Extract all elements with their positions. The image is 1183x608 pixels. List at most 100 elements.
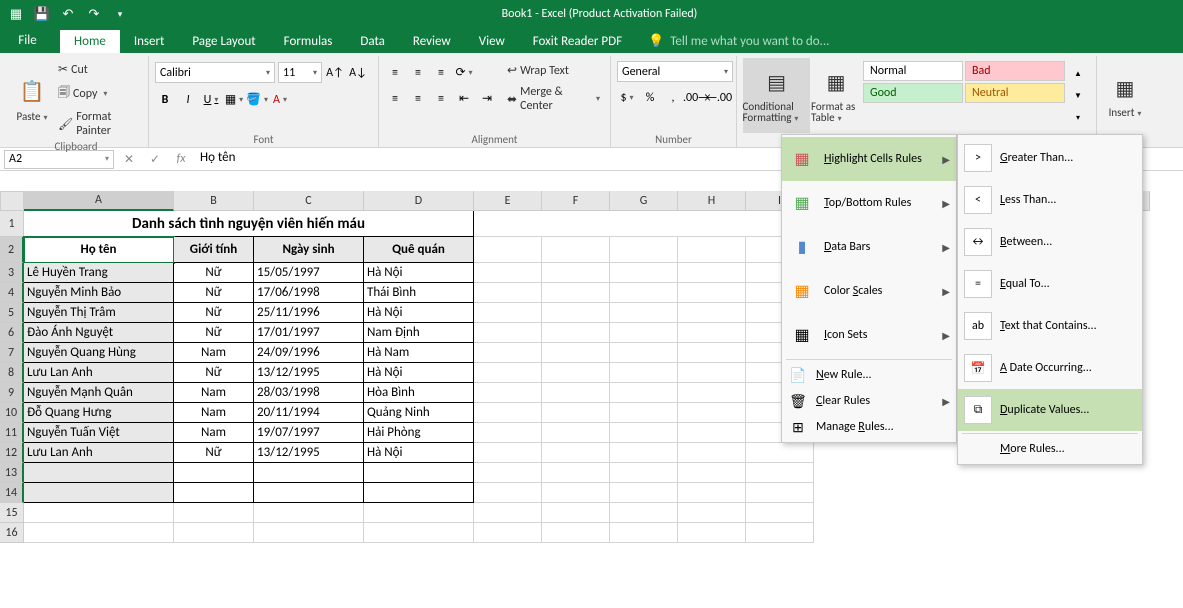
cell[interactable]: Lưu Lan Anh bbox=[24, 363, 174, 383]
cell[interactable] bbox=[610, 443, 678, 463]
cell[interactable]: Ngày sinh bbox=[254, 237, 364, 263]
cell[interactable] bbox=[542, 443, 610, 463]
comma-button[interactable]: , bbox=[663, 88, 683, 108]
bold-button[interactable]: B bbox=[155, 90, 175, 110]
cell[interactable] bbox=[24, 503, 174, 523]
cell[interactable] bbox=[610, 343, 678, 363]
cells-grid[interactable]: Danh sách tình nguyện viên hiến máuHọ tê… bbox=[24, 211, 814, 543]
menu-text-contains[interactable]: abText that Contains... bbox=[958, 305, 1142, 347]
menu-equal-to[interactable]: =Equal To... bbox=[958, 263, 1142, 305]
cell[interactable] bbox=[542, 483, 610, 503]
cell[interactable]: Nam Định bbox=[364, 323, 474, 343]
menu-greater-than[interactable]: >Greater Than... bbox=[958, 137, 1142, 179]
cell[interactable]: Nam bbox=[174, 343, 254, 363]
cell[interactable] bbox=[610, 383, 678, 403]
tab-insert[interactable]: Insert bbox=[120, 30, 179, 53]
tab-view[interactable]: View bbox=[465, 30, 519, 53]
cell[interactable] bbox=[474, 483, 542, 503]
underline-button[interactable]: U bbox=[201, 90, 221, 110]
cell[interactable] bbox=[542, 283, 610, 303]
cell[interactable]: Nữ bbox=[174, 283, 254, 303]
increase-decimal-button[interactable]: .00→ bbox=[686, 88, 706, 108]
cell[interactable] bbox=[542, 263, 610, 283]
cell[interactable] bbox=[678, 303, 746, 323]
column-header[interactable]: F bbox=[542, 191, 610, 211]
cell[interactable]: Lê Huyền Trang bbox=[24, 263, 174, 283]
row-header[interactable]: 6 bbox=[0, 323, 24, 343]
cell[interactable] bbox=[746, 523, 814, 543]
cell[interactable] bbox=[542, 403, 610, 423]
paste-button[interactable]: 📋 Paste bbox=[10, 58, 54, 140]
row-header[interactable]: 13 bbox=[0, 463, 24, 483]
border-button[interactable]: ▦ bbox=[224, 90, 244, 110]
cell[interactable]: Họ tên bbox=[24, 237, 174, 263]
cell[interactable] bbox=[610, 403, 678, 423]
cell[interactable]: Hà Nội bbox=[364, 443, 474, 463]
decrease-indent-button[interactable]: ⇤ bbox=[454, 89, 474, 109]
cell[interactable] bbox=[610, 423, 678, 443]
cell[interactable]: Nam bbox=[174, 423, 254, 443]
wrap-text-button[interactable]: ↩Wrap Text bbox=[503, 61, 604, 80]
cell[interactable]: 17/06/1998 bbox=[254, 283, 364, 303]
font-name-combo[interactable]: Calibri▾ bbox=[155, 62, 275, 83]
orientation-button[interactable]: ⟳ bbox=[454, 63, 474, 83]
menu-icon-sets[interactable]: ▦Icon Sets▶ bbox=[782, 313, 956, 357]
cell[interactable] bbox=[474, 503, 542, 523]
row-header[interactable]: 9 bbox=[0, 383, 24, 403]
cell[interactable] bbox=[364, 503, 474, 523]
cell[interactable] bbox=[678, 323, 746, 343]
cell[interactable] bbox=[542, 503, 610, 523]
style-good[interactable]: Good bbox=[863, 83, 963, 103]
cell[interactable] bbox=[610, 483, 678, 503]
tab-review[interactable]: Review bbox=[399, 30, 465, 53]
decrease-font-button[interactable]: A↓ bbox=[348, 63, 368, 83]
column-header[interactable]: B bbox=[174, 191, 254, 211]
column-header[interactable]: D bbox=[364, 191, 474, 211]
row-header[interactable]: 5 bbox=[0, 303, 24, 323]
enter-icon[interactable]: ✓ bbox=[144, 152, 166, 167]
cell[interactable]: 25/11/1996 bbox=[254, 303, 364, 323]
italic-button[interactable]: I bbox=[178, 90, 198, 110]
cell[interactable] bbox=[364, 523, 474, 543]
cell[interactable] bbox=[474, 423, 542, 443]
insert-cells-button[interactable]: ▦ Insert bbox=[1103, 58, 1147, 133]
column-header[interactable]: H bbox=[678, 191, 746, 211]
menu-new-rule[interactable]: 📄New Rule... bbox=[782, 362, 956, 388]
font-color-button[interactable]: A bbox=[270, 90, 290, 110]
cell[interactable]: Thái Bình bbox=[364, 283, 474, 303]
cell[interactable] bbox=[542, 383, 610, 403]
cell[interactable] bbox=[746, 443, 814, 463]
font-size-combo[interactable]: 11▾ bbox=[278, 62, 322, 83]
menu-more-rules[interactable]: More Rules... bbox=[958, 436, 1142, 462]
cell[interactable] bbox=[254, 523, 364, 543]
cell[interactable] bbox=[542, 423, 610, 443]
cell[interactable] bbox=[610, 283, 678, 303]
cell[interactable]: Nguyễn Mạnh Quân bbox=[24, 383, 174, 403]
menu-date-occurring[interactable]: 📅A Date Occurring... bbox=[958, 347, 1142, 389]
cell[interactable]: Nữ bbox=[174, 443, 254, 463]
accounting-button[interactable]: $ bbox=[617, 88, 637, 108]
redo-icon[interactable]: ↷ bbox=[84, 4, 104, 24]
cell[interactable] bbox=[610, 463, 678, 483]
cell[interactable]: Đỗ Quang Hưng bbox=[24, 403, 174, 423]
cell[interactable] bbox=[474, 463, 542, 483]
column-header[interactable]: G bbox=[610, 191, 678, 211]
cell[interactable] bbox=[678, 383, 746, 403]
tab-formulas[interactable]: Formulas bbox=[270, 30, 347, 53]
column-header[interactable]: E bbox=[474, 191, 542, 211]
cell[interactable] bbox=[542, 237, 610, 263]
cell[interactable] bbox=[610, 303, 678, 323]
cell[interactable] bbox=[24, 483, 174, 503]
fx-icon[interactable]: fx bbox=[170, 152, 192, 166]
cell[interactable]: Đào Ánh Nguyệt bbox=[24, 323, 174, 343]
row-header[interactable]: 8 bbox=[0, 363, 24, 383]
cell[interactable] bbox=[254, 483, 364, 503]
menu-highlight-cells-rules[interactable]: ▦Highlight Cells Rules▶ bbox=[782, 137, 956, 181]
cell[interactable] bbox=[678, 363, 746, 383]
cell[interactable] bbox=[610, 263, 678, 283]
cell[interactable]: Hòa Bình bbox=[364, 383, 474, 403]
cell[interactable]: Hà Nam bbox=[364, 343, 474, 363]
cell[interactable]: Hà Nội bbox=[364, 363, 474, 383]
cell[interactable] bbox=[678, 443, 746, 463]
cell[interactable] bbox=[254, 503, 364, 523]
